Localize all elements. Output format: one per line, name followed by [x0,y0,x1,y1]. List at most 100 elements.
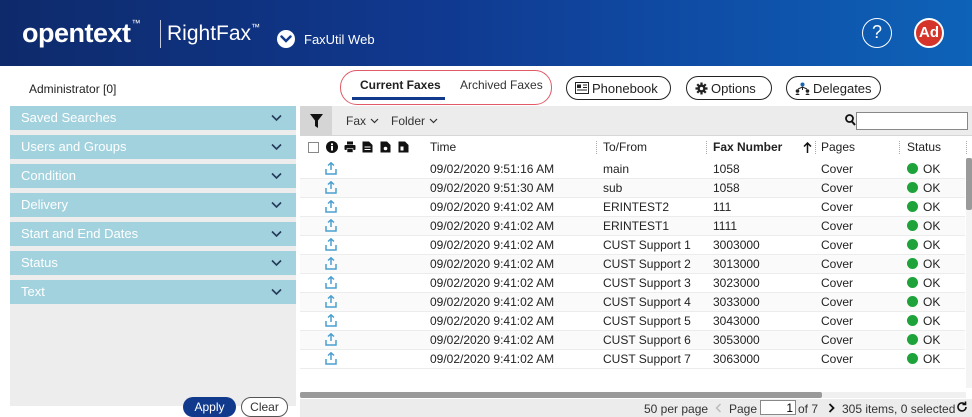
vertical-scroll-thumb[interactable] [966,158,972,210]
chevron-down-icon [370,118,379,124]
fax-menu[interactable]: Fax [346,114,379,128]
search-icon[interactable] [845,114,856,126]
chevron-down-icon [271,114,282,122]
filter-label: Text [21,284,45,299]
column-divider[interactable] [899,141,900,154]
tab-archived-faxes[interactable]: Archived Faxes [460,78,543,92]
table-row[interactable]: 09/02/2020 9:41:02 AM CUST Support 5 304… [300,312,965,331]
status-ok-icon [907,353,918,364]
tab-current-faxes[interactable]: Current Faxes [360,78,441,92]
status-ok-icon [907,239,918,250]
filter-delivery[interactable]: Delivery [10,193,296,217]
table-row[interactable]: 09/02/2020 9:41:02 AM CUST Support 6 305… [300,331,965,350]
cell-fax-number: 1058 [713,181,740,195]
select-all-checkbox[interactable] [308,142,319,153]
column-divider[interactable] [815,141,816,154]
status-text: OK [923,295,941,309]
status-ok-icon [907,277,918,288]
chevron-down-icon [271,288,282,296]
column-header-status[interactable]: Status [907,136,941,158]
column-divider[interactable] [596,141,597,154]
apply-button[interactable]: Apply [183,397,236,417]
chevron-left-icon[interactable] [715,403,722,413]
per-page-selector[interactable]: 50 per page [644,402,708,416]
cell-status: OK [907,352,940,366]
printer-icon[interactable] [344,141,356,153]
status-ok-icon [907,163,918,174]
app-header: opentext™ RightFax™ FaxUtil Web ? Ad [0,0,972,66]
cell-status: OK [907,238,940,252]
arrow-up-icon[interactable] [803,142,812,153]
table-row[interactable]: 09/02/2020 9:41:02 AM ERINTEST1 1111 Cov… [300,217,965,236]
status-ok-icon [907,201,918,212]
cell-status: OK [907,333,940,347]
filter-saved-searches[interactable]: Saved Searches [10,106,296,130]
document-copy-icon[interactable] [398,141,409,153]
logo-separator [160,20,161,48]
column-header-pages[interactable]: Pages [821,136,855,158]
table-row[interactable]: 09/02/2020 9:41:02 AM CUST Support 3 302… [300,274,965,293]
cell-pages: Cover [821,238,854,252]
status-text: OK [923,162,941,176]
phonebook-button[interactable]: Phonebook [566,76,671,100]
cell-pages: Cover [821,314,854,328]
document-attachment-icon[interactable] [380,141,391,153]
cell-time: 09/02/2020 9:41:02 AM [430,333,555,347]
table-row[interactable]: 09/02/2020 9:51:30 AM sub 1058 Cover OK [300,179,965,198]
horizontal-scroll-thumb[interactable] [300,392,822,398]
document-icon[interactable] [362,141,373,153]
cell-pages: Cover [821,352,854,366]
search-input[interactable] [856,112,968,130]
filter-toggle-button[interactable] [300,106,332,136]
column-divider[interactable] [966,141,967,154]
filter-label: Users and Groups [21,139,127,154]
status-ok-icon [907,296,918,307]
filter-text[interactable]: Text [10,280,296,304]
table-row[interactable]: 09/02/2020 9:41:02 AM CUST Support 1 300… [300,236,965,255]
cell-time: 09/02/2020 9:51:30 AM [430,181,555,195]
cell-time: 09/02/2020 9:41:02 AM [430,257,555,271]
table-row[interactable]: 09/02/2020 9:41:02 AM CUST Support 2 301… [300,255,965,274]
filter-condition[interactable]: Condition [10,164,296,188]
refresh-icon[interactable] [956,401,968,413]
status-text: OK [923,181,941,195]
grid-footer: 50 per page Page of 7 305 items, 0 selec… [300,399,972,417]
status-ok-icon [907,258,918,269]
delegates-button[interactable]: Delegates [786,76,881,100]
table-row[interactable]: 09/02/2020 9:41:02 AM CUST Support 7 306… [300,350,965,369]
page-label: Page [729,402,758,416]
chevron-down-icon [271,201,282,209]
cell-status: OK [907,276,940,290]
column-header-fax-number[interactable]: Fax Number [713,136,782,158]
table-row[interactable]: 09/02/2020 9:41:02 AM CUST Support 4 303… [300,293,965,312]
info-icon[interactable] [326,141,338,153]
table-row[interactable]: 09/02/2020 9:51:16 AM main 1058 Cover OK [300,160,965,179]
upload-arrow-icon [325,181,337,194]
folder-menu[interactable]: Folder [391,114,438,128]
filter-start-end-dates[interactable]: Start and End Dates [10,222,296,246]
chevron-right-icon[interactable] [828,403,835,413]
options-button[interactable]: Options [686,76,772,100]
user-avatar[interactable]: Ad [914,18,944,48]
upload-arrow-icon [325,314,337,327]
clear-button[interactable]: Clear [241,397,288,417]
status-text: OK [923,257,941,271]
page-number-input[interactable] [760,400,796,415]
cell-pages: Cover [821,333,854,347]
table-row[interactable]: 09/02/2020 9:41:02 AM ERINTEST2 111 Cove… [300,198,965,217]
grid-toolbar: Fax Folder [300,106,972,136]
column-header-to-from[interactable]: To/From [603,136,647,158]
cell-pages: Cover [821,276,854,290]
column-divider[interactable] [706,141,707,154]
filter-status[interactable]: Status [10,251,296,275]
filter-label: Condition [21,168,76,183]
help-button[interactable]: ? [862,18,892,48]
cell-status: OK [907,200,940,214]
chevron-down-icon [280,35,292,43]
filter-users-and-groups[interactable]: Users and Groups [10,135,296,159]
filter-label: Status [21,255,58,270]
cell-to-from: ERINTEST2 [603,200,670,214]
app-switcher-button[interactable] [277,30,295,48]
cell-fax-number: 3003000 [713,238,760,252]
column-header-time[interactable]: Time [430,136,456,158]
